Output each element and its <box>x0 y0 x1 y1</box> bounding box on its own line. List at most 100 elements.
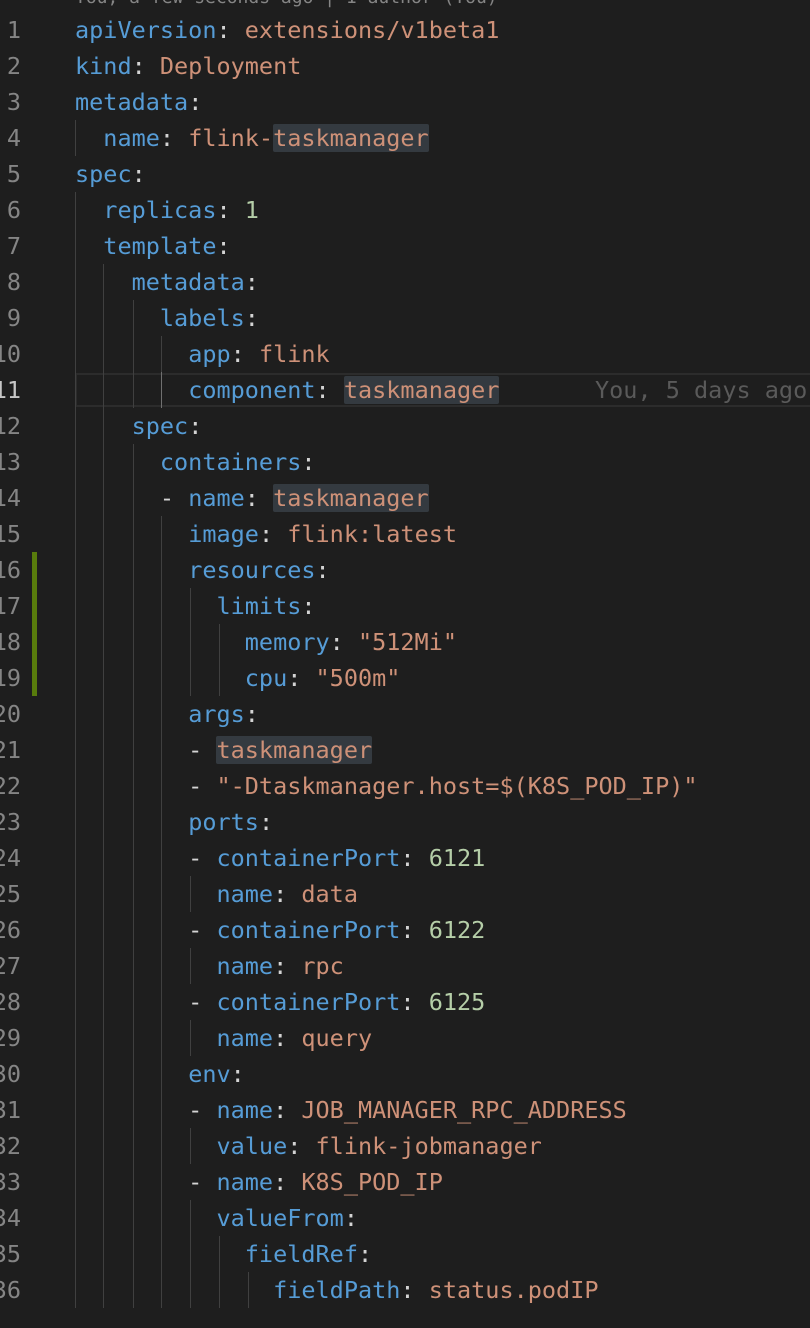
code-line[interactable]: 1 apiVersion: extensions/v1beta1 <box>0 12 810 48</box>
code-line[interactable]: 5 spec: <box>0 156 810 192</box>
code-line[interactable]: 13 containers: <box>0 444 810 480</box>
code-text: - containerPort: 6125 <box>75 984 485 1020</box>
line-number[interactable]: 29 <box>0 1020 21 1056</box>
code-line[interactable]: 6 replicas: 1 <box>0 192 810 228</box>
code-line[interactable]: 23 ports: <box>0 804 810 840</box>
code-text: - name: K8S_POD_IP <box>75 1164 443 1200</box>
line-number[interactable]: 18 <box>0 624 21 660</box>
line-number[interactable]: 15 <box>0 516 21 552</box>
code-line[interactable]: 31 - name: JOB_MANAGER_RPC_ADDRESS <box>0 1092 810 1128</box>
code-line[interactable]: 27 name: rpc <box>0 948 810 984</box>
line-number[interactable]: 7 <box>7 228 21 264</box>
line-number[interactable]: 8 <box>7 264 21 300</box>
code-line[interactable]: 21 - taskmanager <box>0 732 810 768</box>
line-number[interactable]: 9 <box>7 300 21 336</box>
code-line[interactable]: 32 value: flink-jobmanager <box>0 1128 810 1164</box>
yaml-punctuation: : <box>400 844 429 872</box>
yaml-punctuation: : <box>258 808 274 836</box>
yaml-key: metadata <box>75 88 189 116</box>
yaml-punctuation: : <box>329 628 358 656</box>
code-line[interactable]: 29 name: query <box>0 1020 810 1056</box>
code-line[interactable]: 7 template: <box>0 228 810 264</box>
line-number[interactable]: 22 <box>0 768 21 804</box>
line-number[interactable]: 21 <box>0 732 21 768</box>
yaml-key: component <box>188 376 316 404</box>
code-line[interactable]: 20 args: <box>0 696 810 732</box>
code-line[interactable]: 34 valueFrom: <box>0 1200 810 1236</box>
line-number[interactable]: 6 <box>7 192 21 228</box>
yaml-key: kind <box>75 52 132 80</box>
code-line[interactable]: 36 fieldPath: status.podIP <box>0 1272 810 1308</box>
code-line[interactable]: 30 env: <box>0 1056 810 1092</box>
line-number[interactable]: 5 <box>7 156 21 192</box>
code-line[interactable]: 9 labels: <box>0 300 810 336</box>
line-number[interactable]: 3 <box>7 84 21 120</box>
code-text: apiVersion: extensions/v1beta1 <box>75 12 499 48</box>
line-number[interactable]: 13 <box>0 444 21 480</box>
yaml-punctuation: : <box>343 1204 358 1232</box>
code-line[interactable]: 14 - name: taskmanager <box>0 480 810 516</box>
line-number[interactable]: 24 <box>0 840 21 876</box>
modified-lines-gutter-indicator[interactable] <box>32 552 37 696</box>
yaml-punctuation: : <box>315 376 344 404</box>
yaml-punctuation: : <box>273 1024 302 1052</box>
code-line[interactable]: 15 image: flink:latest <box>0 516 810 552</box>
code-line[interactable]: 28 - containerPort: 6125 <box>0 984 810 1020</box>
line-number[interactable]: 12 <box>0 408 21 444</box>
codelens-author-info[interactable]: You, a few seconds ago | 1 author (You) <box>75 0 498 10</box>
code-line[interactable]: 25 name: data <box>0 876 810 912</box>
yaml-punctuation: : <box>188 88 203 116</box>
code-line[interactable]: 35 fieldRef: <box>0 1236 810 1272</box>
yaml-punctuation: : <box>301 592 316 620</box>
yaml-punctuation: : <box>230 340 259 368</box>
yaml-key: name <box>216 1096 274 1124</box>
line-number[interactable]: 10 <box>0 336 21 372</box>
code-line[interactable]: 16 resources: <box>0 552 810 588</box>
line-number[interactable]: 25 <box>0 876 21 912</box>
code-line[interactable]: 11 component: taskmanager You, 5 days ago <box>0 372 810 408</box>
code-line[interactable]: 19 cpu: "500m" <box>0 660 810 696</box>
code-line[interactable]: 3 metadata: <box>0 84 810 120</box>
line-number[interactable]: 35 <box>0 1236 21 1272</box>
code-line[interactable]: 12 spec: <box>0 408 810 444</box>
inline-git-blame[interactable]: You, 5 days ago <box>595 372 807 408</box>
line-number[interactable]: 14 <box>0 480 21 516</box>
line-number[interactable]: 32 <box>0 1128 21 1164</box>
line-number[interactable]: 4 <box>7 120 21 156</box>
code-text: app: flink <box>75 336 330 372</box>
line-number[interactable]: 28 <box>0 984 21 1020</box>
line-number[interactable]: 34 <box>0 1200 21 1236</box>
line-number[interactable]: 26 <box>0 912 21 948</box>
yaml-punctuation <box>75 556 188 584</box>
code-line[interactable]: 22 - "-Dtaskmanager.host=$(K8S_POD_IP)" <box>0 768 810 804</box>
line-number[interactable]: 23 <box>0 804 21 840</box>
line-number[interactable]: 17 <box>0 588 21 624</box>
yaml-value: taskmanager <box>343 376 500 404</box>
line-number[interactable]: 20 <box>0 696 21 732</box>
code-line[interactable]: 24 - containerPort: 6121 <box>0 840 810 876</box>
line-number[interactable]: 2 <box>7 48 21 84</box>
line-number[interactable]: 16 <box>0 552 21 588</box>
code-line[interactable]: 4 name: flink-taskmanager <box>0 120 810 156</box>
code-line[interactable]: 10 app: flink <box>0 336 810 372</box>
code-line[interactable]: 33 - name: K8S_POD_IP <box>0 1164 810 1200</box>
code-text: limits: <box>75 588 316 624</box>
line-number[interactable]: 31 <box>0 1092 21 1128</box>
code-line[interactable]: 26 - containerPort: 6122 <box>0 912 810 948</box>
code-line[interactable]: 8 metadata: <box>0 264 810 300</box>
code-line[interactable]: 2 kind: Deployment <box>0 48 810 84</box>
yaml-key: name <box>216 952 274 980</box>
yaml-key: containerPort <box>216 844 401 872</box>
code-editor[interactable]: You, a few seconds ago | 1 author (You) … <box>0 0 810 1328</box>
line-number[interactable]: 19 <box>0 660 21 696</box>
code-line[interactable]: 18 memory: "512Mi" <box>0 624 810 660</box>
code-line[interactable]: 17 limits: <box>0 588 810 624</box>
line-number[interactable]: 36 <box>0 1272 21 1308</box>
line-number[interactable]: 1 <box>7 12 21 48</box>
yaml-punctuation: : <box>258 520 288 548</box>
line-number[interactable]: 27 <box>0 948 21 984</box>
line-number[interactable]: 30 <box>0 1056 21 1092</box>
line-number[interactable]: 33 <box>0 1164 21 1200</box>
line-number[interactable]: 11 <box>0 372 21 408</box>
yaml-key: name <box>103 124 160 152</box>
